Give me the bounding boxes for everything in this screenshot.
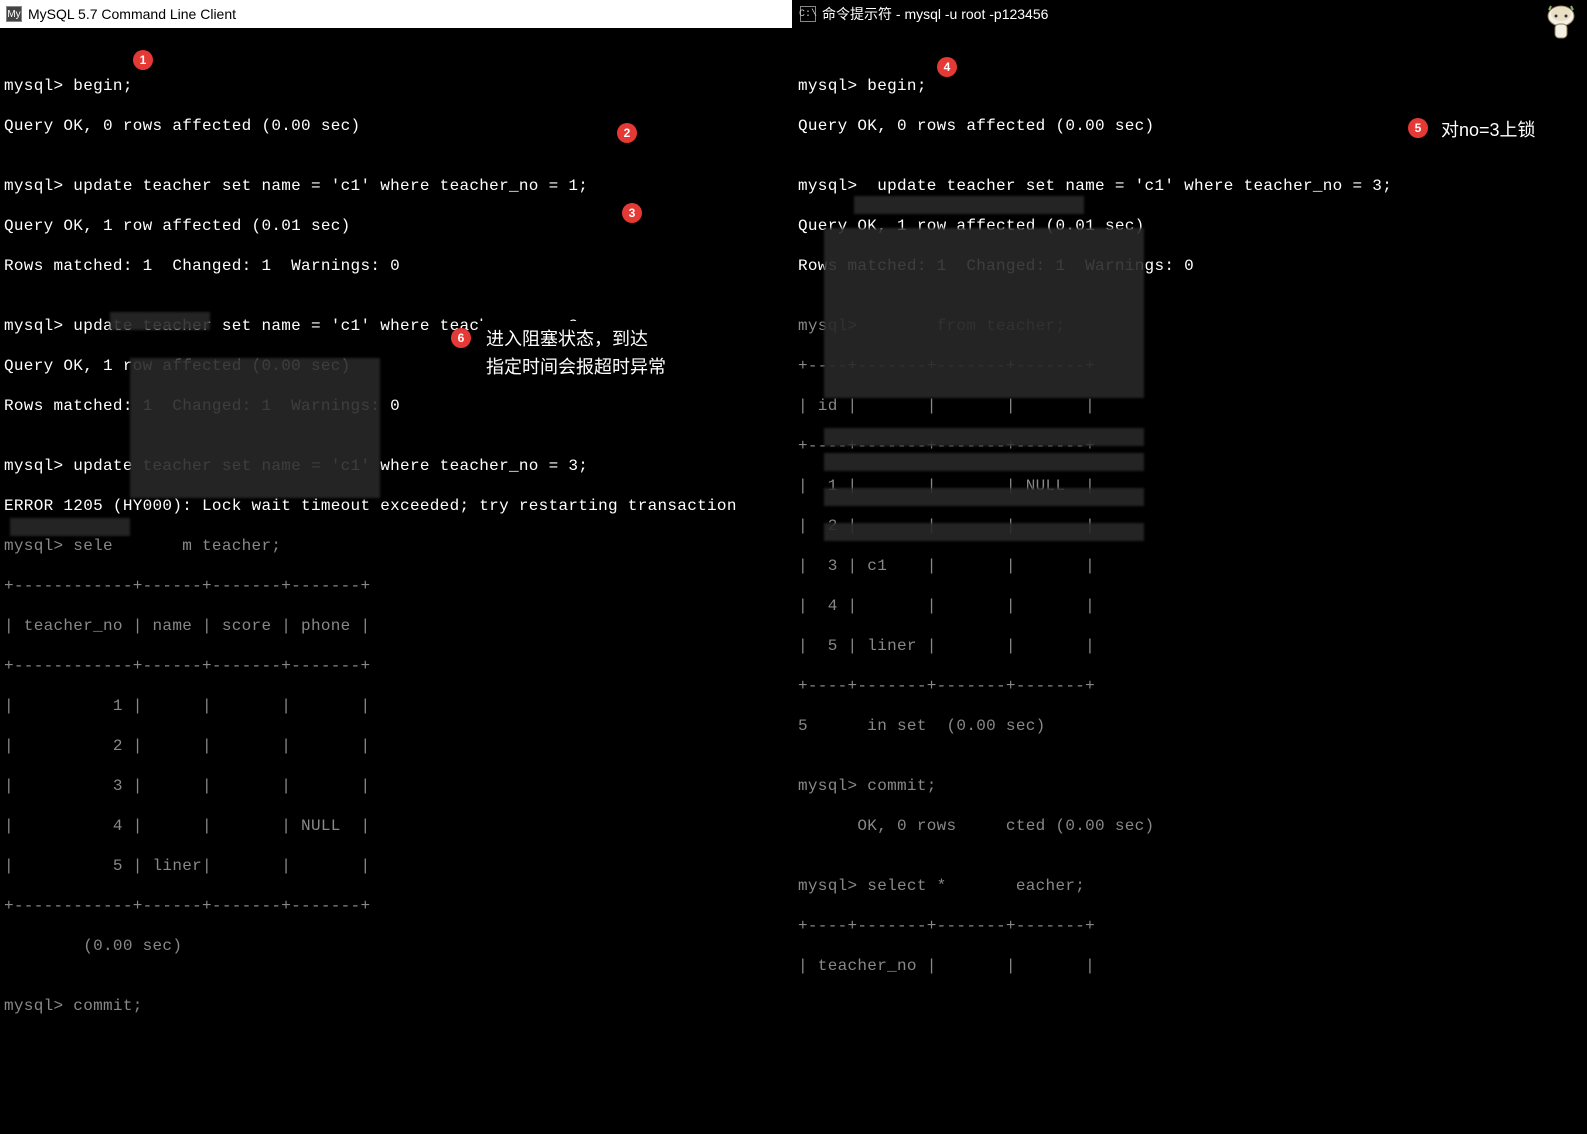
note-text-line2: 指定时间会报超时异常 xyxy=(486,357,666,377)
censor-block xyxy=(110,312,210,330)
term-line: | 2 | | | | xyxy=(4,736,788,756)
censor-block xyxy=(824,523,1144,541)
term-line: | 4 | | | | xyxy=(798,596,1583,616)
mysql-client-window: My MySQL 5.7 Command Line Client mysql> … xyxy=(0,0,792,567)
term-line: mysql> commit; xyxy=(4,996,788,1016)
term-line: Query OK, 0 rows affected (0.00 sec) xyxy=(4,116,788,136)
term-line: mysql> select * eacher; xyxy=(798,876,1583,896)
cmd-icon: C:\ xyxy=(800,6,816,22)
censor-block xyxy=(824,453,1144,471)
term-line: mysql> commit; xyxy=(798,776,1583,796)
term-line: Rows matched: 1 Changed: 1 Warnings: 0 xyxy=(4,396,788,416)
term-line: mysql> update teacher set name = 'c1' wh… xyxy=(798,176,1583,196)
annotation-badge-2: 2 xyxy=(617,123,637,143)
term-line: +----+-------+-------+-------+ xyxy=(798,916,1583,936)
annotation-badge-3: 3 xyxy=(622,203,642,223)
censor-block xyxy=(824,428,1144,446)
term-line: +------------+------+-------+-------+ xyxy=(4,576,788,596)
mysql-icon: My xyxy=(6,6,22,22)
annotation-badge-5: 5 xyxy=(1408,118,1428,138)
censor-block xyxy=(10,518,130,536)
note-text: 对no=3上锁 xyxy=(1441,120,1536,140)
note-text-line1: 进入阻塞状态，到达 xyxy=(486,329,648,349)
window-title-right: 命令提示符 - mysql -u root -p123456 xyxy=(822,4,1048,24)
term-line: | 5 | liner | | | xyxy=(798,636,1583,656)
annotation-badge-6: 6 xyxy=(451,328,471,348)
term-line: mysql> update teacher set name = 'c1' wh… xyxy=(4,456,788,476)
term-line: +----+-------+-------+-------+ xyxy=(798,676,1583,696)
term-line: mysql> begin; xyxy=(798,76,1583,96)
terminal-left[interactable]: mysql> begin; Query OK, 0 rows affected … xyxy=(0,28,792,1134)
term-line: mysql> sele m teacher; xyxy=(4,536,788,556)
term-line: | teacher_no | name | score | phone | xyxy=(4,616,788,636)
window-title-left: MySQL 5.7 Command Line Client xyxy=(28,6,236,22)
term-line: | 1 | | | | xyxy=(4,696,788,716)
term-line: | 3 | | | | xyxy=(4,776,788,796)
term-line: ERROR 1205 (HY000): Lock wait timeout ex… xyxy=(4,496,788,516)
term-line: (0.00 sec) xyxy=(4,936,788,956)
term-line: | id | | | | xyxy=(798,396,1583,416)
annotation-note-6: 进入阻塞状态，到达 指定时间会报超时异常 xyxy=(478,321,674,385)
term-line: | teacher_no | | | xyxy=(798,956,1583,976)
term-line: 5 in set (0.00 sec) xyxy=(798,716,1583,736)
term-line: | 4 | | | NULL | xyxy=(4,816,788,836)
term-line: | 3 | c1 | | | xyxy=(798,556,1583,576)
term-line: mysql> begin; xyxy=(4,76,788,96)
censor-block xyxy=(854,196,1084,214)
term-line: +------------+------+-------+-------+ xyxy=(4,896,788,916)
titlebar-left[interactable]: My MySQL 5.7 Command Line Client xyxy=(0,0,792,28)
censor-block xyxy=(824,488,1144,506)
annotation-badge-1: 1 xyxy=(133,50,153,70)
cmd-window: C:\ 命令提示符 - mysql -u root -p123456 mysql… xyxy=(794,0,1587,567)
titlebar-right[interactable]: C:\ 命令提示符 - mysql -u root -p123456 xyxy=(794,0,1587,28)
term-line: mysql> update teacher set name = 'c1' wh… xyxy=(4,176,788,196)
mascot-icon xyxy=(1541,2,1581,42)
terminal-right[interactable]: mysql> begin; Query OK, 0 rows affected … xyxy=(794,28,1587,1134)
censor-block xyxy=(824,228,1144,398)
censor-block xyxy=(130,358,380,498)
term-line: Query OK, 1 row affected (0.01 sec) xyxy=(4,216,788,236)
annotation-badge-4: 4 xyxy=(937,57,957,77)
annotation-note-5: 对no=3上锁 xyxy=(1433,112,1544,148)
term-line: OK, 0 rows cted (0.00 sec) xyxy=(798,816,1583,836)
term-line: Rows matched: 1 Changed: 1 Warnings: 0 xyxy=(4,256,788,276)
term-line: | 5 | liner| | | xyxy=(4,856,788,876)
term-line: +------------+------+-------+-------+ xyxy=(4,656,788,676)
